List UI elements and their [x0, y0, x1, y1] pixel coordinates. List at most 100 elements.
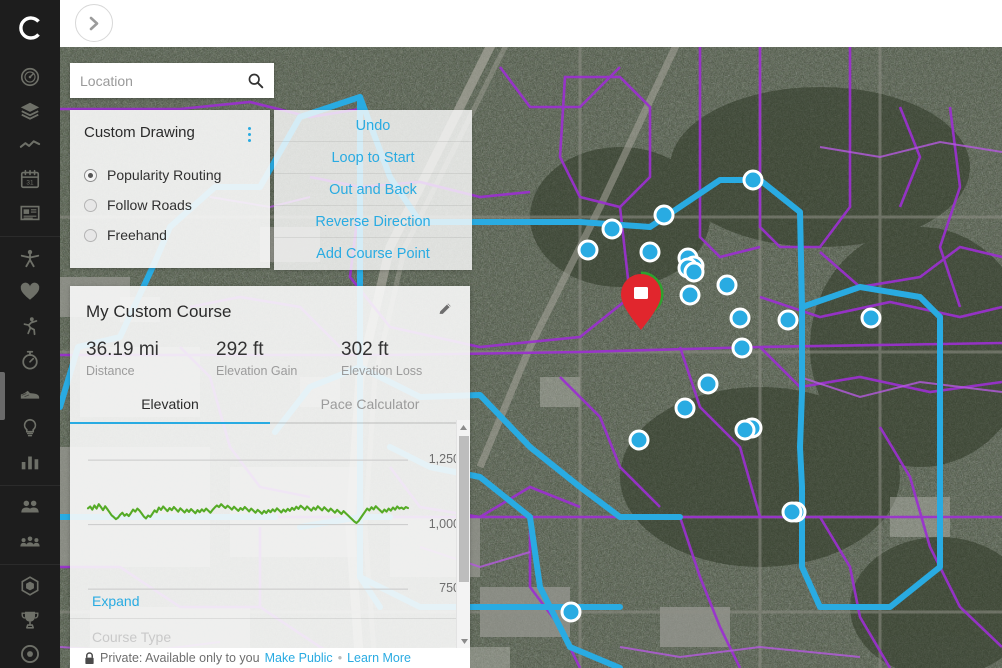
drawing-panel-title: Custom Drawing	[84, 124, 195, 141]
elevation-chart: 1,250 1,000 750	[70, 442, 470, 602]
menu-item-add-course-point[interactable]: Add Course Point	[274, 238, 472, 270]
rail-scroll-indicator[interactable]	[0, 372, 5, 420]
stat-label: Elevation Loss	[341, 364, 423, 378]
stat-elevation-gain: 292 ft Elevation Gain	[216, 339, 341, 378]
scrollbar-thumb[interactable]	[459, 436, 469, 582]
circular-c-logo-icon	[19, 16, 40, 40]
menu-item-reverse-direction[interactable]: Reverse Direction	[274, 206, 472, 238]
person-stretch-icon	[20, 249, 40, 268]
card-scrollbar[interactable]	[456, 420, 470, 648]
radio-popularity-routing[interactable]: Popularity Routing	[84, 160, 270, 190]
radio-indicator	[84, 198, 97, 212]
rail-group-4	[0, 565, 60, 668]
sidebar-item-body[interactable]	[0, 241, 60, 275]
radio-label: Popularity Routing	[107, 167, 222, 183]
chevron-right-icon	[89, 16, 98, 30]
radio-indicator	[84, 228, 97, 242]
sidebar-item-groups[interactable]	[0, 524, 60, 558]
drawing-action-menu: Undo Loop to Start Out and Back Reverse …	[274, 110, 472, 270]
radio-indicator	[84, 168, 97, 182]
app-root: 31 Location Custom Drawing Popularity Ro…	[0, 0, 1002, 668]
calendar-31-icon: 31	[20, 169, 40, 189]
separator: •	[337, 651, 343, 665]
stat-label: Distance	[86, 364, 135, 378]
course-stats: 36.19 mi Distance 292 ft Elevation Gain …	[70, 323, 470, 378]
sidebar-item-connections[interactable]	[0, 490, 60, 524]
menu-item-loop-to-start[interactable]: Loop to Start	[274, 142, 472, 174]
search-icon[interactable]	[247, 72, 264, 89]
app-logo[interactable]	[0, 0, 60, 56]
stat-label: Elevation Gain	[216, 364, 298, 378]
pencil-icon[interactable]	[437, 301, 454, 323]
sidebar-item-goals[interactable]	[0, 637, 60, 668]
icon-rail: 31	[0, 0, 60, 668]
heart-icon	[20, 282, 40, 300]
scroll-up-arrow[interactable]	[457, 420, 470, 434]
rail-group-3	[0, 486, 60, 565]
sidebar-item-gear[interactable]	[0, 377, 60, 411]
lightbulb-icon	[23, 418, 37, 437]
drawing-panel-header: Custom Drawing	[70, 124, 270, 142]
stat-value: 292 ft	[216, 339, 264, 360]
sidebar-item-calendar[interactable]: 31	[0, 162, 60, 196]
sidebar-item-news[interactable]	[0, 196, 60, 230]
runner-icon	[23, 317, 38, 336]
search-input-placeholder[interactable]: Location	[80, 73, 247, 89]
top-bar	[60, 0, 1002, 47]
group-people-icon	[20, 536, 40, 547]
location-search[interactable]: Location	[70, 63, 274, 98]
sidebar-item-reports[interactable]	[0, 445, 60, 479]
sidebar-item-activity[interactable]	[0, 128, 60, 162]
tab-elevation[interactable]: Elevation	[70, 396, 270, 424]
page-title: My Custom Course	[86, 302, 232, 321]
custom-drawing-panel: Custom Drawing Popularity Routing Follow…	[70, 110, 270, 268]
course-details-card: My Custom Course 36.19 mi Distance 292 f…	[70, 286, 470, 648]
course-tabs: Elevation Pace Calculator	[70, 396, 470, 424]
news-article-icon	[20, 205, 40, 221]
radio-freehand[interactable]: Freehand	[84, 220, 270, 250]
radio-label: Freehand	[107, 227, 167, 243]
trophy-icon	[21, 611, 39, 629]
stat-distance: 36.19 mi Distance	[86, 339, 216, 378]
layers-icon	[20, 102, 40, 120]
sidebar-item-timer[interactable]	[0, 343, 60, 377]
elevation-chart-svg	[86, 459, 410, 590]
stat-elevation-loss: 302 ft Elevation Loss	[341, 339, 422, 378]
stat-value: 302 ft	[341, 339, 389, 360]
bar-chart-icon	[21, 456, 39, 470]
sidebar-item-dashboard[interactable]	[0, 60, 60, 94]
sidebar-item-trophies[interactable]	[0, 603, 60, 637]
rail-group-2	[0, 237, 60, 486]
speedometer-icon	[20, 67, 40, 87]
scroll-down-arrow[interactable]	[457, 634, 470, 648]
rail-group-1: 31	[0, 56, 60, 237]
privacy-bar: Private: Available only to you Make Publ…	[70, 648, 470, 668]
make-public-link[interactable]: Make Public	[265, 651, 333, 665]
sidebar-item-layers[interactable]	[0, 94, 60, 128]
shoe-icon	[20, 390, 40, 399]
sidebar-item-training[interactable]	[0, 309, 60, 343]
radio-label: Follow Roads	[107, 197, 192, 213]
routing-mode-radio-group: Popularity Routing Follow Roads Freehand	[70, 160, 270, 250]
expand-chart-link[interactable]: Expand	[92, 593, 139, 609]
tab-pace-calculator[interactable]: Pace Calculator	[270, 396, 470, 424]
lock-icon	[85, 651, 94, 664]
menu-item-out-and-back[interactable]: Out and Back	[274, 174, 472, 206]
sidebar-item-health[interactable]	[0, 275, 60, 309]
svg-text:31: 31	[26, 180, 34, 187]
sidebar-item-badges[interactable]	[0, 569, 60, 603]
learn-more-link[interactable]: Learn More	[347, 651, 411, 665]
sidebar-collapse-button[interactable]	[75, 4, 113, 42]
activity-line-icon	[19, 140, 41, 148]
sidebar-item-insights[interactable]	[0, 411, 60, 445]
course-type-label: Course Type	[92, 629, 172, 645]
card-divider	[70, 618, 470, 619]
stopwatch-icon	[22, 350, 38, 370]
menu-item-undo[interactable]: Undo	[274, 110, 472, 142]
course-card-header: My Custom Course	[70, 286, 470, 323]
target-icon	[21, 645, 39, 663]
kebab-menu-icon[interactable]	[242, 124, 256, 142]
radio-follow-roads[interactable]: Follow Roads	[84, 190, 270, 220]
stat-value: 36.19 mi	[86, 339, 159, 360]
hexagon-icon	[21, 576, 39, 596]
